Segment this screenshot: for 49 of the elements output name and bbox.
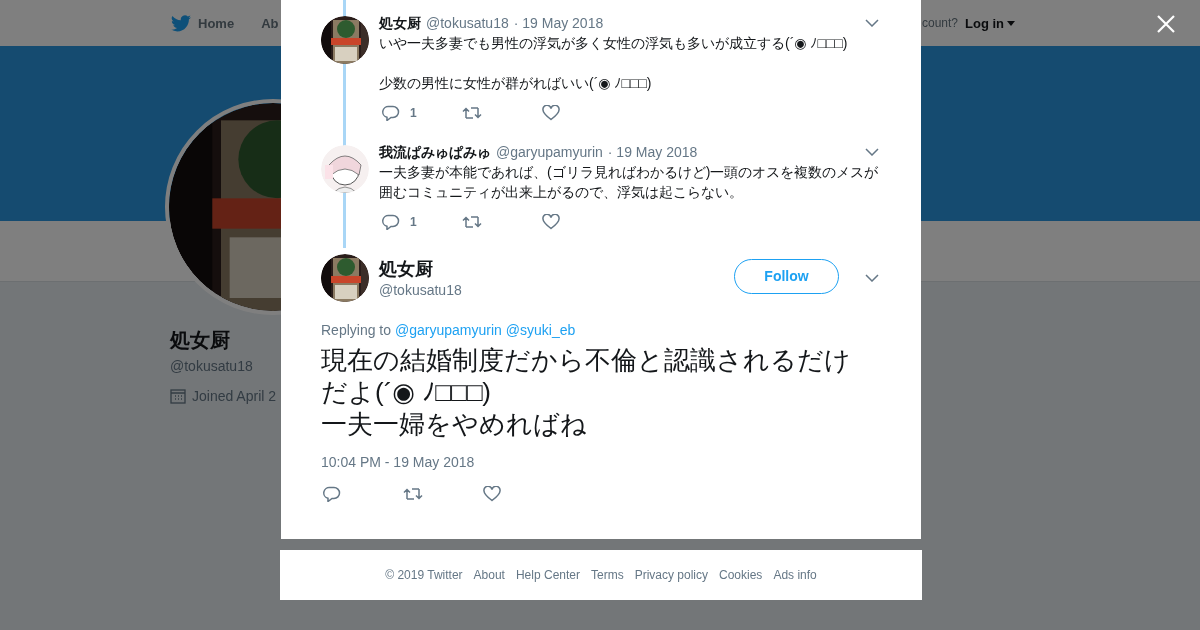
footer-link[interactable]: Terms — [591, 568, 624, 582]
footer-link[interactable]: Privacy policy — [634, 568, 708, 582]
caret-icon — [1007, 20, 1015, 26]
tweet-text: いや一夫多妻でも男性の浮気が多く女性の浮気も多いが成立する(´◉ ﾉ□□□) — [379, 34, 849, 53]
footer-link[interactable]: About — [473, 568, 505, 582]
author-handle[interactable]: @garyupamyurin — [496, 142, 603, 162]
author-handle[interactable]: @tokusatu18 — [426, 13, 509, 33]
author-handle[interactable]: @tokusatu18 — [379, 282, 462, 298]
calendar-icon — [170, 388, 186, 404]
mention-link[interactable]: @garyupamyurin — [395, 322, 502, 338]
close-icon[interactable] — [1157, 15, 1175, 33]
retweet-icon[interactable] — [462, 106, 482, 120]
reply-icon[interactable] — [323, 486, 341, 502]
tweet-text: 一夫一婦をやめればね — [321, 408, 588, 440]
reply-icon[interactable] — [382, 105, 400, 121]
tweet-text: 一夫多妻が本能であれば、(ゴリラ見ればわかるけど)一頭のオスを複数のメスが囲むコミュニティが出来上がるので、浮気は起こらない。 — [379, 163, 880, 202]
profile-name: 処女厨 — [170, 328, 230, 353]
follow-button[interactable]: Follow — [734, 258, 839, 294]
author-name[interactable]: 処女厨 — [379, 258, 462, 280]
chevron-icon[interactable] — [865, 19, 879, 27]
retweet-icon[interactable] — [462, 215, 482, 229]
account-prompt: count? — [921, 16, 958, 30]
nav-link[interactable]: Home — [198, 15, 235, 31]
author-name[interactable]: 処女厨 — [379, 13, 421, 33]
retweet-icon[interactable] — [403, 487, 423, 501]
author-name[interactable]: 我流ぱみゅぱみゅ — [379, 142, 491, 162]
footer-link[interactable]: © 2019 Twitter — [385, 568, 463, 582]
tweet-text: 現在の結婚制度だから不倫と認識されるだけだよ(´◉ ﾉ□□□) — [321, 344, 852, 408]
tweet-date[interactable]: · 19 May 2018 — [513, 13, 604, 33]
replying-label: Replying to — [321, 322, 392, 338]
reply-count: 1 — [410, 214, 417, 231]
footer-link[interactable]: Help Center — [515, 568, 580, 582]
nav-link[interactable]: Ab — [261, 15, 279, 31]
tweet-timestamp: 10:04 PM - 19 May 2018 — [321, 454, 476, 470]
reply-icon[interactable] — [382, 214, 400, 230]
joined-date: Joined April 2 — [192, 388, 277, 404]
mention-link[interactable]: @syuki_eb — [505, 322, 576, 338]
chevron-icon[interactable] — [865, 274, 879, 282]
heart-icon[interactable] — [483, 486, 501, 502]
login-link[interactable]: Log in — [965, 15, 1015, 31]
footer-link[interactable]: Ads info — [773, 568, 817, 582]
reply-count: 1 — [410, 105, 417, 122]
footer-link[interactable]: Cookies — [719, 568, 763, 582]
tweet-date[interactable]: · 19 May 2018 — [607, 142, 698, 162]
heart-icon[interactable] — [542, 214, 560, 230]
tweet-text: 少数の男性に女性が群がればいい(´◉ ﾉ□□□) — [379, 74, 653, 93]
profile-handle: @tokusatu18 — [170, 358, 253, 374]
chevron-icon[interactable] — [865, 148, 879, 156]
heart-icon[interactable] — [542, 105, 560, 121]
